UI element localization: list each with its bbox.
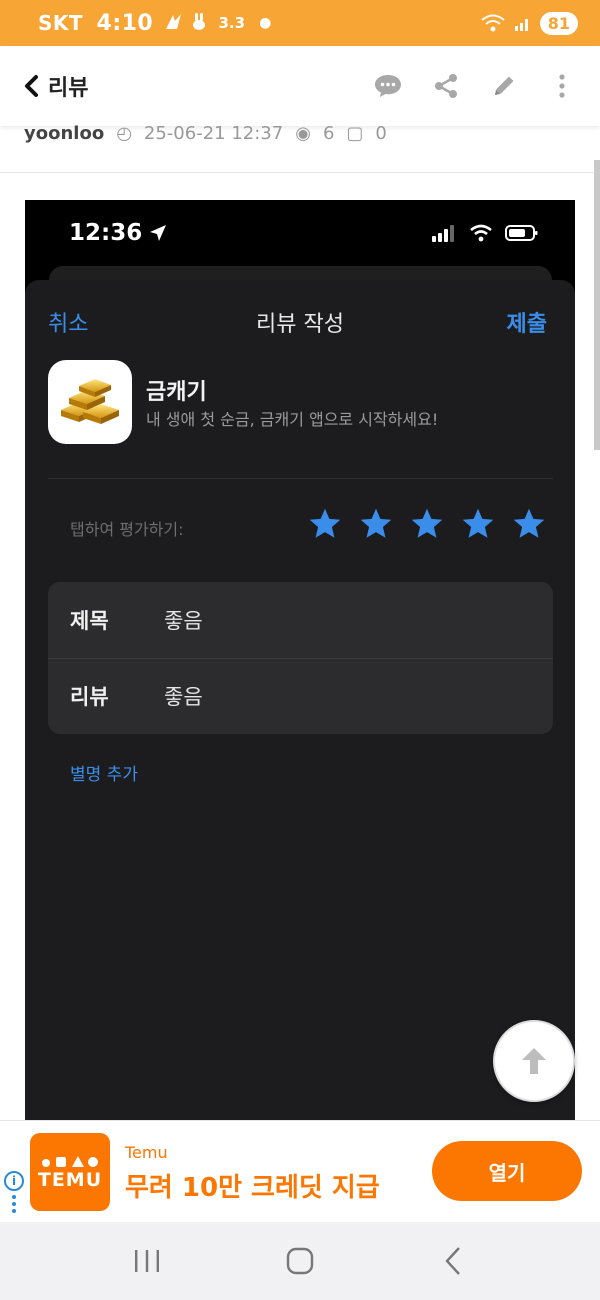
star-icon[interactable]: [358, 506, 394, 542]
page-title: 리뷰: [48, 76, 89, 101]
divider: [48, 478, 553, 479]
rating-label: 탭하여 평가하기:: [70, 520, 184, 539]
carrier-label: SKT: [38, 10, 84, 35]
ad-banner[interactable]: i TEMU Temu 무려 10만 크레딧 지급 열기: [0, 1120, 600, 1220]
ad-headline: 무려 10만 크레딧 지급: [125, 1173, 380, 1203]
app-name: 금캐기: [146, 380, 207, 405]
location-arrow-icon: [150, 225, 167, 241]
title-row[interactable]: 제목 좋음: [48, 582, 553, 658]
star-icon[interactable]: [460, 506, 496, 542]
share-icon[interactable]: [430, 70, 462, 102]
battery-icon: [505, 225, 538, 241]
title-field-label: 제목: [70, 609, 109, 633]
chevron-left-icon: [25, 75, 38, 97]
edit-pencil-icon[interactable]: [488, 70, 520, 102]
eye-icon: ◉: [295, 122, 311, 144]
recents-icon[interactable]: [127, 1241, 167, 1281]
temu-logo: TEMU: [30, 1133, 110, 1211]
chat-bubble-icon[interactable]: [372, 70, 404, 102]
sheet-header: 리뷰 작성 취소 제출: [25, 302, 575, 340]
status-time: 4:10: [96, 10, 154, 36]
review-form-card: 제목 좋음 리뷰 좋음: [48, 582, 553, 734]
status-notification-icons: [163, 11, 208, 35]
star-icon[interactable]: [511, 506, 547, 542]
info-icon[interactable]: i: [4, 1171, 24, 1191]
battery-level: 81: [539, 11, 578, 35]
temu-logo-glyphs-icon: [42, 1156, 98, 1167]
review-field-label: 리뷰: [70, 685, 109, 709]
author-name[interactable]: yoonloo: [24, 123, 104, 144]
review-sheet: 리뷰 작성 취소 제출 금캐기 내 생애 첫 순금, 금캐기 앱으로 시작하세요…: [25, 280, 575, 1120]
arrow-up-icon: [522, 1048, 546, 1074]
comment-icon: ▢: [346, 122, 364, 144]
wifi-icon: [481, 14, 505, 32]
divider: [0, 172, 600, 173]
status-dot: ●: [259, 15, 272, 31]
rabbit-icon: [193, 13, 206, 30]
clock-icon: ◴: [116, 122, 132, 144]
sheet-title: 리뷰 작성: [256, 312, 344, 337]
view-count: 6: [322, 122, 335, 144]
ios-status-bar: 12:36: [25, 200, 575, 266]
back-icon[interactable]: [433, 1241, 473, 1281]
title-field-value[interactable]: 좋음: [140, 605, 203, 635]
app-subtitle: 내 생애 첫 순금, 금캐기 앱으로 시작하세요!: [146, 410, 439, 429]
back-button[interactable]: 리뷰: [22, 70, 88, 102]
system-navigation-bar: [0, 1222, 600, 1300]
app-info: 금캐기 내 생애 첫 순금, 금캐기 앱으로 시작하세요!: [48, 360, 553, 450]
post-datetime: 25-06-21 12:37: [143, 122, 284, 144]
signal-icon: [514, 19, 528, 31]
status-bar: SKT 4:10 3.3 ● 81: [0, 0, 600, 46]
more-vertical-icon[interactable]: [546, 70, 578, 102]
ad-open-button[interactable]: 열기: [432, 1141, 582, 1201]
star-icon[interactable]: [307, 506, 343, 542]
notification-app-icon: [166, 14, 182, 29]
cellular-signal-icon: [432, 225, 454, 242]
wifi-icon: [470, 224, 492, 242]
star-icon[interactable]: [409, 506, 445, 542]
review-row[interactable]: 리뷰 좋음: [48, 658, 553, 734]
post-meta: yoonloo ◴ 25-06-21 12:37 ◉ 6 ▢ 0: [24, 118, 387, 148]
status-indicator-text: 3.3: [218, 14, 246, 32]
ios-time: 12:36: [69, 220, 143, 246]
scrollbar[interactable]: [594, 160, 600, 450]
status-carrier: SKT 4:10: [38, 11, 153, 36]
submit-button[interactable]: 제출: [507, 306, 547, 338]
ad-options-icon[interactable]: [12, 1195, 16, 1213]
top-navbar: 리뷰: [0, 46, 600, 126]
scroll-top-button[interactable]: [493, 1020, 575, 1102]
temu-logo-text: TEMU: [37, 1169, 103, 1191]
comment-count: 0: [375, 122, 387, 144]
cancel-button[interactable]: 취소: [48, 306, 88, 338]
gold-bars-app-icon: [48, 360, 132, 444]
add-nickname-link[interactable]: 별명 추가: [70, 760, 138, 785]
star-rating[interactable]: [307, 506, 547, 542]
embedded-screenshot: 12:36 리뷰 작성 취소 제출 금캐기 내 생애 첫 순금, 금캐기 앱으로…: [25, 200, 575, 1120]
review-field-value[interactable]: 좋음: [140, 681, 203, 711]
home-icon[interactable]: [280, 1241, 320, 1281]
ad-brand: Temu: [125, 1143, 168, 1162]
